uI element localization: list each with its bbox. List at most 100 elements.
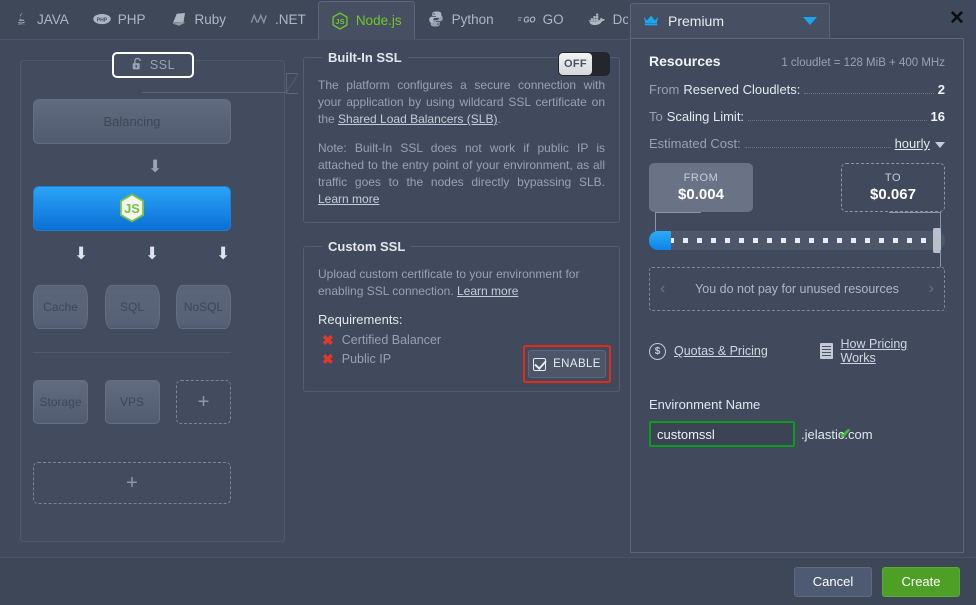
reserved-prefix: From (649, 82, 679, 97)
scaling-value[interactable]: 16 (931, 109, 945, 124)
plus-icon: + (198, 391, 210, 414)
cache-node[interactable]: Cache (33, 285, 88, 329)
svg-text:PHP: PHP (97, 17, 108, 23)
connector-left (655, 212, 701, 231)
create-button[interactable]: Create (882, 567, 960, 597)
unlocked-padlock-icon (131, 57, 144, 74)
sql-node[interactable]: SQL (105, 285, 160, 329)
price-from-value: $0.004 (678, 186, 724, 203)
quotas-and-pricing-link[interactable]: $ Quotas & Pricing (649, 343, 820, 360)
scaling-label: Scaling Limit: (667, 109, 744, 124)
reserved-cloudlets-row: From Reserved Cloudlets: 2 (649, 82, 945, 97)
estimated-cost-row: Estimated Cost: hourly (649, 136, 945, 151)
create-environment-dialog: JAVA PHP PHP Ruby (0, 0, 976, 605)
builtin-ssl-p1-post: . (497, 112, 500, 126)
price-to-value: $0.067 (870, 186, 916, 203)
resources-title: Resources (649, 53, 721, 69)
how-pricing-works-link[interactable]: How Pricing Works (820, 337, 945, 365)
chevron-down-icon[interactable] (803, 17, 817, 25)
builtin-ssl-paragraph-1: The platform configures a secure connect… (318, 77, 605, 128)
chevron-down-icon[interactable] (935, 142, 945, 148)
balancing-node[interactable]: Balancing (33, 99, 231, 144)
reserved-value[interactable]: 2 (938, 82, 945, 97)
arrow-balancing-to-node: ⬇ (148, 158, 162, 175)
nosql-node[interactable]: NoSQL (176, 285, 231, 329)
price-from-box[interactable]: FROM $0.004 (649, 163, 753, 212)
stack-tab-bar: JAVA PHP PHP Ruby (0, 0, 628, 40)
estimated-cost-label: Estimated Cost: (649, 136, 741, 151)
enable-custom-ssl-button[interactable]: ENABLE (528, 350, 606, 378)
cancel-label: Cancel (813, 574, 853, 589)
tab-java[interactable]: JAVA (0, 0, 81, 39)
nodejs-node[interactable]: JS (33, 186, 231, 231)
custom-ssl-learn-more-link[interactable]: Learn more (457, 284, 518, 298)
tab-label: GO (543, 12, 564, 27)
svg-text:JS: JS (124, 201, 140, 216)
requirements-title: Requirements: (318, 312, 605, 327)
builtin-ssl-toggle-state: OFF (559, 53, 592, 75)
custom-ssl-title: Custom SSL (322, 239, 411, 254)
dialog-footer: Cancel Create (0, 557, 976, 605)
connector-vertical (940, 250, 941, 267)
cross-icon: ✖ (322, 352, 334, 366)
tab-dotnet[interactable]: .NET (238, 0, 318, 39)
resources-header: Resources 1 cloudlet = 128 MiB + 400 MHz (649, 53, 945, 69)
ssl-badge[interactable]: SSL (112, 52, 194, 78)
docker-icon (588, 10, 606, 28)
vps-label: VPS (120, 395, 144, 409)
nosql-label: NoSQL (184, 300, 223, 314)
cloudlet-range-slider[interactable] (649, 231, 945, 250)
requirement-label: Public IP (342, 352, 391, 366)
nodejs-icon: JS (331, 12, 349, 30)
add-layer-button[interactable]: + (33, 462, 231, 504)
cross-icon: ✖ (322, 333, 334, 347)
tab-label: .NET (275, 12, 306, 27)
tab-label: Node.js (356, 13, 402, 28)
cancel-button[interactable]: Cancel (794, 567, 872, 597)
close-dialog-button[interactable]: ✕ (946, 7, 968, 29)
svg-text:JS: JS (335, 17, 344, 26)
ssl-badge-label: SSL (150, 58, 175, 72)
dollar-coin-icon: $ (649, 343, 666, 360)
vps-node[interactable]: VPS (105, 380, 160, 424)
add-service-node-button[interactable]: + (176, 380, 231, 424)
price-to-box[interactable]: TO $0.067 (841, 163, 945, 212)
scaling-prefix: To (649, 109, 663, 124)
database-node-row: Cache SQL NoSQL (33, 285, 231, 329)
create-label: Create (901, 574, 940, 589)
tab-ruby[interactable]: Ruby (158, 0, 239, 39)
promo-carousel: ‹ You do not pay for unused resources › (649, 267, 945, 311)
builtin-ssl-toggle[interactable]: OFF (559, 53, 609, 75)
balancing-label: Balancing (103, 114, 160, 129)
slider-fill (649, 231, 671, 250)
checkbox-checked-icon (533, 358, 546, 371)
how-pricing-works-label: How Pricing Works (841, 337, 945, 365)
builtin-ssl-group: Built-In SSL OFF The platform configures… (303, 50, 620, 223)
environment-name-field[interactable]: ✔ (649, 421, 795, 447)
builtin-ssl-paragraph-2: Note: Built-In SSL does not work if publ… (318, 140, 605, 208)
tab-label: Python (452, 12, 494, 27)
service-node-row: Storage VPS + (33, 380, 231, 424)
environment-name-label: Environment Name (649, 397, 945, 412)
tab-go[interactable]: GO GO (506, 0, 576, 39)
plan-selector-tab[interactable]: Premium (630, 3, 830, 38)
dot-leader (748, 111, 926, 121)
tab-php[interactable]: PHP PHP (81, 0, 158, 39)
scaling-limit-row: To Scaling Limit: 16 (649, 109, 945, 124)
storage-label: Storage (39, 395, 81, 409)
environment-domain-suffix: .jelastic.com (801, 427, 873, 442)
pricing-links-row: $ Quotas & Pricing How Pricing Works (649, 337, 945, 365)
tab-nodejs[interactable]: JS Node.js (318, 1, 415, 39)
shared-load-balancers-link[interactable]: Shared Load Balancers (SLB) (338, 112, 497, 126)
ruby-icon (170, 10, 188, 28)
storage-node[interactable]: Storage (33, 380, 88, 424)
tab-python[interactable]: Python (415, 0, 506, 39)
carousel-next-button[interactable]: › (929, 280, 934, 298)
sql-label: SQL (120, 300, 144, 314)
quotas-and-pricing-label: Quotas & Pricing (674, 344, 768, 358)
plan-label: Premium (668, 13, 794, 29)
builtin-ssl-learn-more-link[interactable]: Learn more (318, 192, 379, 206)
custom-ssl-group: Custom SSL Upload custom certificate to … (303, 239, 620, 392)
billing-period-value[interactable]: hourly (895, 136, 930, 151)
pricing-panel: Premium ✕ Resources 1 cloudlet = 128 MiB… (628, 0, 976, 605)
